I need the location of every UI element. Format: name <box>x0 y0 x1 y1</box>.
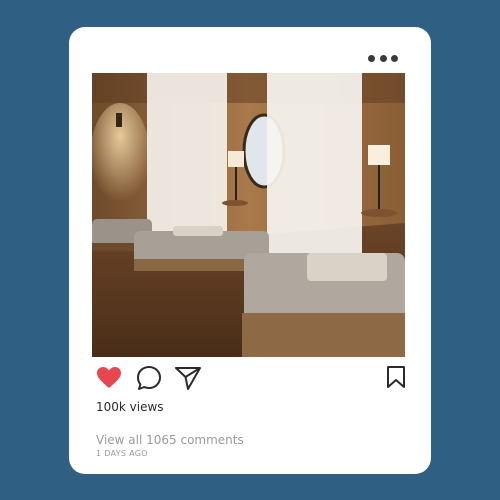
more-dot <box>368 54 375 62</box>
heart-icon[interactable] <box>96 366 122 390</box>
view-comments-link[interactable]: View all 1065 comments <box>96 433 244 447</box>
more-options-icon[interactable] <box>368 53 398 63</box>
more-dot <box>379 54 387 62</box>
bookmark-icon[interactable] <box>386 365 406 389</box>
post-image[interactable] <box>92 73 405 357</box>
view-count: 100k views <box>96 400 164 414</box>
more-dot <box>391 54 398 62</box>
comment-bubble-icon[interactable] <box>136 365 162 391</box>
post-timestamp: 1 DAYS AGO <box>96 449 148 458</box>
paper-plane-icon[interactable] <box>174 365 202 391</box>
